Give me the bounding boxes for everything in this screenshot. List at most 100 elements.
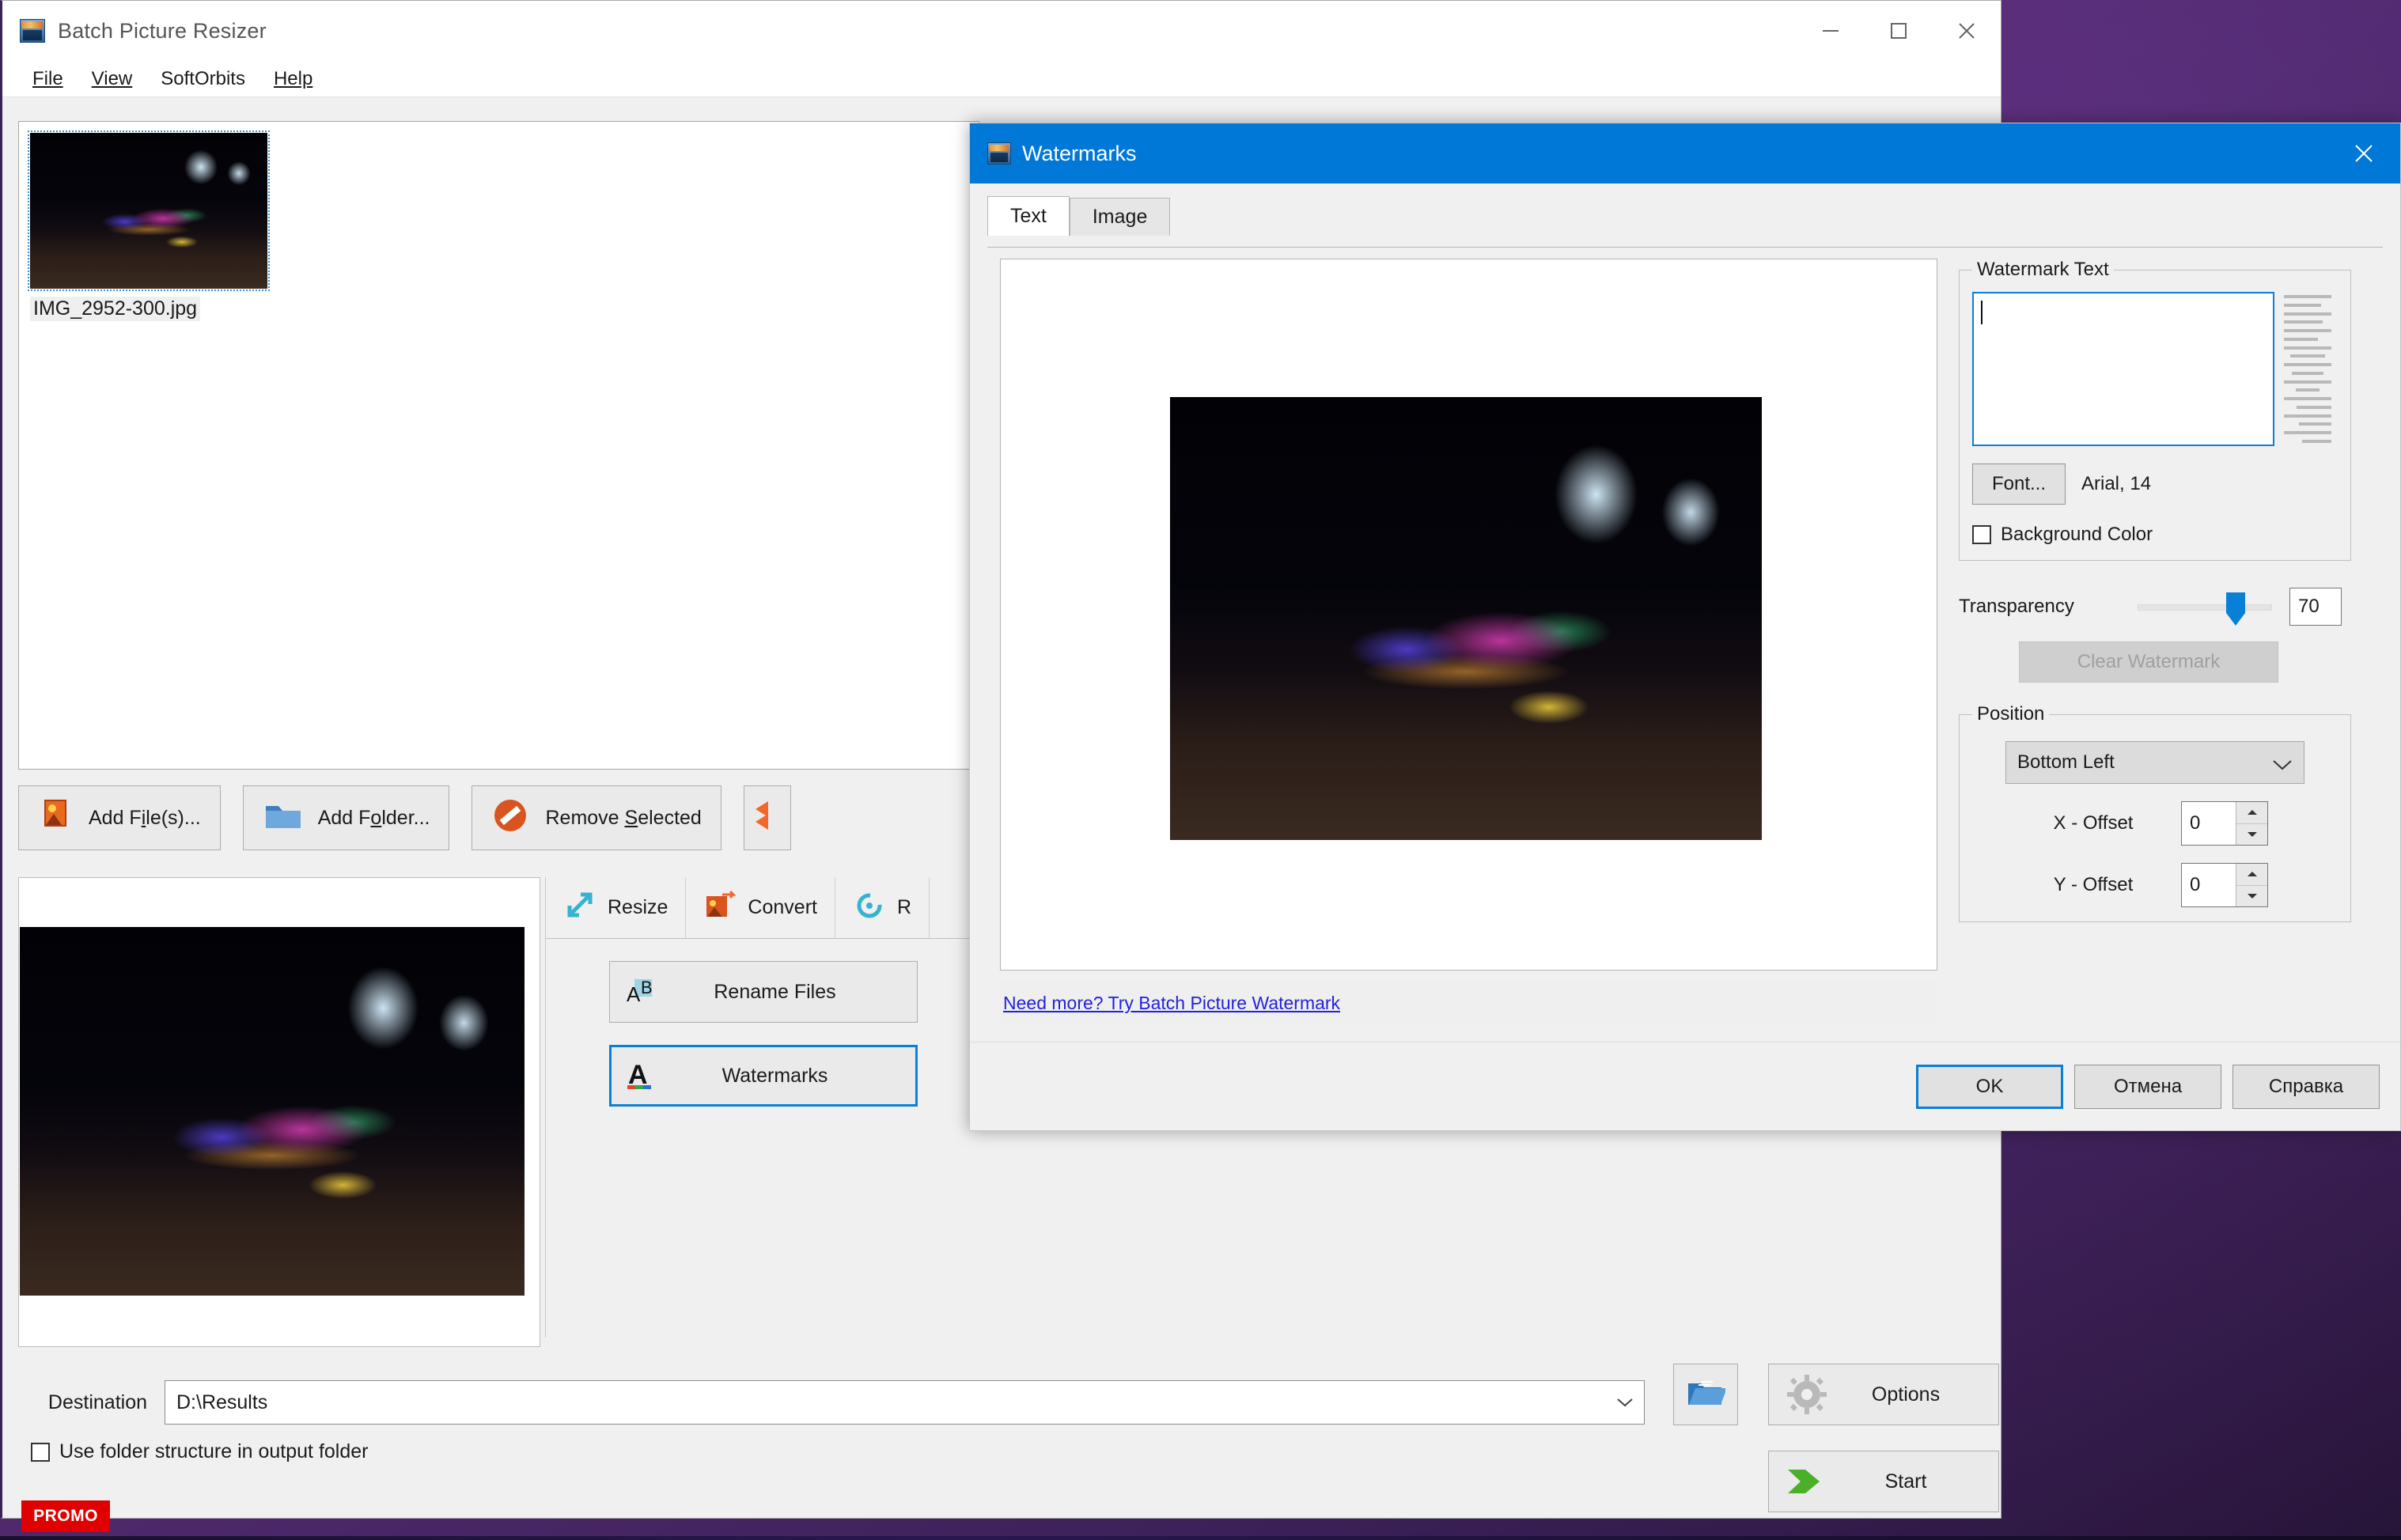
x-offset-up-icon[interactable] [2236, 802, 2267, 824]
tab-resize[interactable]: Resize [546, 877, 687, 938]
y-offset-stepper[interactable]: 0 [2181, 863, 2268, 907]
app-title: Batch Picture Resizer [58, 18, 267, 43]
transparency-value: 70 [2298, 596, 2320, 617]
cancel-button[interactable]: Отмена [2074, 1064, 2221, 1109]
options-button[interactable]: Options [1768, 1364, 1999, 1425]
preview-photo-content [20, 927, 525, 1296]
slider-track [2138, 604, 2272, 611]
batch-picture-watermark-link[interactable]: Need more? Try Batch Picture Watermark [1003, 993, 1340, 1014]
position-dropdown[interactable]: Bottom Left [2005, 741, 2304, 784]
use-folder-structure-checkbox[interactable] [31, 1442, 50, 1462]
slider-thumb[interactable] [2226, 592, 2245, 626]
title-bar: Batch Picture Resizer [2, 1, 2001, 61]
add-files-button[interactable]: Add File(s)... [18, 785, 221, 850]
transparency-slider[interactable] [2138, 591, 2272, 626]
tab-convert-label: Convert [748, 896, 817, 918]
font-button[interactable]: Font... [1972, 464, 2066, 505]
watermark-text-group: Watermark Text Font... Arial, 14 Backgro… [1959, 259, 2351, 561]
watermarks-button[interactable]: A Watermarks [608, 1045, 918, 1107]
position-group-label: Position [1977, 703, 2045, 725]
svg-text:B: B [641, 978, 653, 997]
window-controls [1797, 1, 2001, 61]
app-image-icon [987, 142, 1011, 165]
y-offset-spin-buttons [2236, 864, 2267, 906]
file-list[interactable]: IMG_2952-300.jpg [18, 121, 979, 770]
x-offset-stepper[interactable]: 0 [2181, 801, 2268, 846]
watermark-preview-photo-content [1170, 397, 1762, 840]
maximize-icon[interactable] [1865, 1, 1933, 61]
svg-text:A: A [627, 982, 641, 1006]
list-item[interactable]: IMG_2952-300.jpg [28, 131, 270, 321]
menu-item-help[interactable]: Help [259, 65, 327, 93]
dialog-footer: OK Отмена Справка [970, 1042, 2400, 1130]
dialog-body: Text Image Need more? Try Batch Picture … [970, 184, 2400, 1042]
use-folder-structure-label: Use folder structure in output folder [59, 1440, 369, 1462]
app-image-icon [20, 19, 45, 43]
background-color-checkbox[interactable] [1972, 525, 1991, 544]
tab-rotate[interactable]: R [835, 877, 930, 938]
promo-badge[interactable]: PROMO [21, 1500, 110, 1532]
watermark-text-input[interactable] [1972, 292, 2274, 446]
file-actions-toolbar: Add File(s)... Add Folder... Remove Sele… [18, 785, 791, 850]
menu-bar: File View SoftOrbits Help [2, 61, 2001, 97]
start-label: Start [1884, 1470, 1927, 1493]
close-icon[interactable] [1933, 1, 2001, 61]
watermark-preview-photo [1170, 397, 1762, 840]
thumbnail-photo [30, 133, 267, 289]
use-folder-structure-row[interactable]: Use folder structure in output folder [31, 1440, 368, 1463]
tab-image[interactable]: Image [1069, 198, 1171, 236]
menu-view-label: View [91, 67, 133, 89]
clear-watermark-label: Clear Watermark [2077, 651, 2221, 672]
y-offset-down-icon[interactable] [2236, 885, 2267, 906]
text-caret [1981, 301, 1983, 324]
text-align-icon[interactable] [2284, 292, 2331, 446]
background-color-row[interactable]: Background Color [1972, 524, 2338, 546]
dialog-title: Watermarks [1022, 141, 1137, 165]
menu-file-label: File [32, 67, 63, 89]
transparency-value-input[interactable]: 70 [2289, 588, 2342, 626]
help-button[interactable]: Справка [2232, 1064, 2380, 1109]
tab-text[interactable]: Text [987, 196, 1070, 236]
watermark-text-row [1972, 292, 2338, 446]
operation-tabs: Resize Convert R [546, 877, 980, 939]
watermark-preview-box[interactable] [1000, 259, 1937, 971]
chevron-down-icon[interactable] [1606, 1381, 1644, 1424]
menu-item-softorbits[interactable]: SoftOrbits [146, 65, 259, 93]
gear-icon [1769, 1374, 1845, 1415]
tab-text-label: Text [1010, 205, 1047, 227]
clear-watermark-button[interactable]: Clear Watermark [2019, 641, 2278, 683]
remove-icon [491, 796, 529, 840]
ok-button[interactable]: OK [1916, 1064, 2063, 1109]
minimize-icon[interactable] [1797, 1, 1865, 61]
close-icon[interactable] [2327, 123, 2400, 184]
tab-convert[interactable]: Convert [686, 877, 835, 938]
image-preview-pane [18, 877, 540, 1347]
add-folder-button[interactable]: Add Folder... [242, 785, 450, 850]
y-offset-up-icon[interactable] [2236, 864, 2267, 886]
add-image-icon [38, 796, 73, 840]
dialog-title-bar: Watermarks [970, 123, 2400, 184]
font-description: Arial, 14 [2081, 473, 2152, 494]
start-button[interactable]: Start [1768, 1451, 1999, 1512]
green-arrow-icon [1769, 1463, 1845, 1500]
watermark-a-icon: A [612, 1058, 670, 1093]
watermarks-dialog: Watermarks Text Image Need more? Try Bat… [969, 123, 2401, 1131]
options-label: Options [1871, 1383, 1941, 1406]
x-offset-down-icon[interactable] [2236, 823, 2267, 845]
swap-arrows-icon [752, 796, 784, 840]
open-folder-icon [1686, 1375, 1727, 1414]
destination-row: Destination D:\Results [2, 1377, 1656, 1428]
menu-item-file[interactable]: File [18, 65, 78, 93]
rename-files-button[interactable]: AB Rename Files [608, 961, 918, 1023]
thumbnail-image[interactable] [28, 131, 270, 291]
swap-button[interactable] [743, 785, 791, 850]
menu-item-view[interactable]: View [78, 65, 147, 93]
y-offset-row: Y - Offset 0 [1972, 863, 2338, 907]
destination-input[interactable]: D:\Results [165, 1380, 1645, 1425]
x-offset-spin-buttons [2236, 802, 2267, 845]
remove-selected-button[interactable]: Remove Selected [471, 785, 721, 850]
preview-photo [20, 927, 525, 1296]
tab-rotate-label: R [896, 896, 912, 918]
browse-folder-button[interactable] [1673, 1364, 1738, 1425]
rename-files-label: Rename Files [714, 980, 836, 1003]
